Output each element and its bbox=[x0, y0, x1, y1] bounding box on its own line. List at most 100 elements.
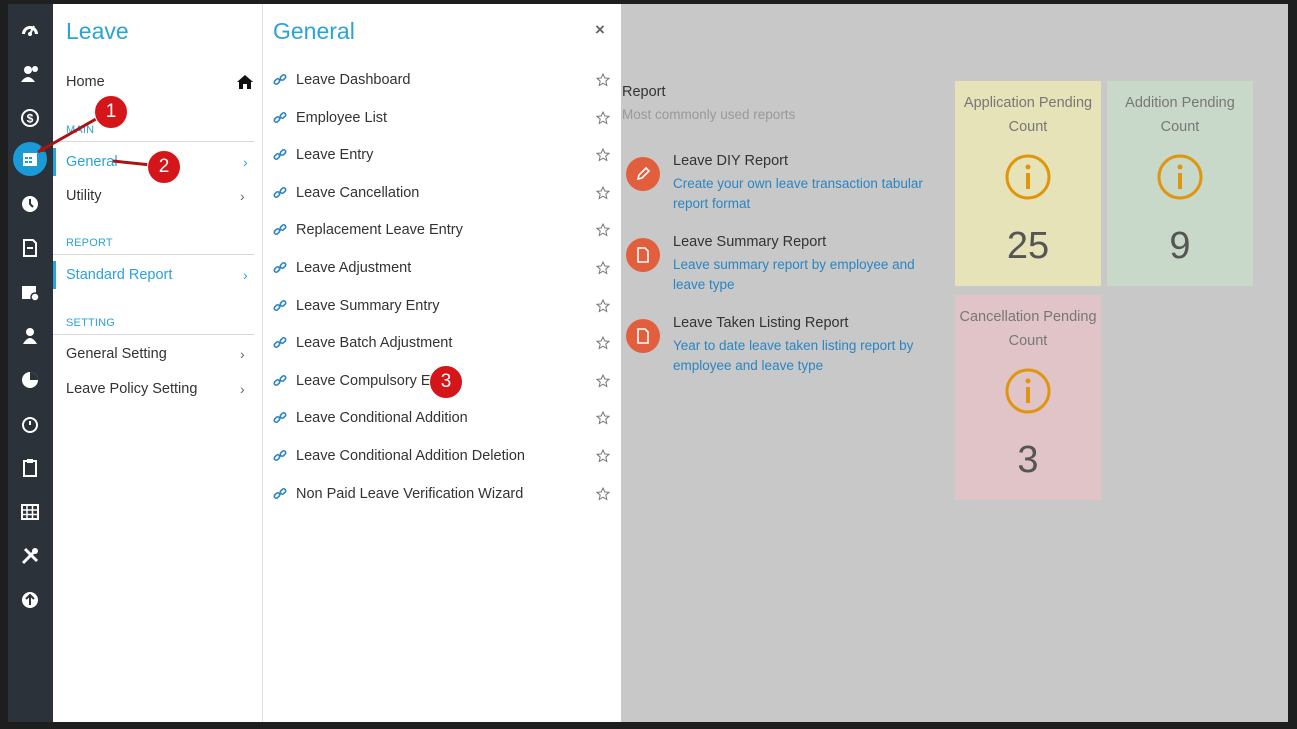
report-title[interactable]: Leave DIY Report bbox=[673, 153, 788, 169]
star-icon[interactable] bbox=[595, 411, 611, 425]
submenu-item[interactable]: Leave Batch Adjustment bbox=[273, 330, 611, 356]
section-setting: SETTING bbox=[66, 317, 116, 329]
star-icon[interactable] bbox=[595, 261, 611, 275]
pie-chart-icon[interactable] bbox=[16, 366, 44, 394]
divider bbox=[53, 254, 254, 255]
submenu-item[interactable]: Replacement Leave Entry bbox=[273, 217, 611, 243]
annotation-marker-1: 1 bbox=[94, 95, 128, 129]
submenu-item-label: Leave Conditional Addition bbox=[296, 410, 468, 426]
submenu-item-label: Leave Dashboard bbox=[296, 72, 411, 88]
card-value: 25 bbox=[1006, 225, 1050, 267]
timer-icon[interactable] bbox=[16, 410, 44, 438]
document-icon[interactable] bbox=[16, 234, 44, 262]
chevron-right-icon: › bbox=[240, 381, 245, 397]
star-icon[interactable] bbox=[595, 111, 611, 125]
report-subheading: Most commonly used reports bbox=[622, 107, 796, 122]
report-description[interactable]: Year to date leave taken listing report … bbox=[673, 336, 928, 376]
submenu-item-label: Non Paid Leave Verification Wizard bbox=[296, 486, 524, 502]
submenu-item[interactable]: Leave Summary Entry bbox=[273, 293, 611, 319]
star-icon[interactable] bbox=[595, 299, 611, 313]
star-icon[interactable] bbox=[595, 73, 611, 87]
link-icon bbox=[273, 487, 296, 501]
menu-item-label: Standard Report bbox=[66, 267, 173, 283]
chevron-right-icon: › bbox=[240, 346, 245, 362]
home-icon bbox=[237, 75, 253, 89]
star-icon[interactable] bbox=[595, 487, 611, 501]
submenu-item-label: Leave Cancellation bbox=[296, 185, 420, 201]
menu-item-label: General Setting bbox=[66, 346, 167, 362]
link-icon bbox=[273, 449, 296, 463]
tools-icon[interactable] bbox=[16, 542, 44, 570]
submenu-item[interactable]: Leave Cancellation bbox=[273, 180, 611, 206]
divider bbox=[53, 334, 254, 335]
menu-item-leave-policy-setting[interactable]: Leave Policy Setting › bbox=[53, 375, 254, 403]
star-icon[interactable] bbox=[595, 223, 611, 237]
info-icon bbox=[1005, 368, 1051, 414]
submenu-item-label: Leave Conditional Addition Deletion bbox=[296, 448, 525, 464]
link-icon bbox=[273, 261, 296, 275]
submenu-item-label: Leave Summary Entry bbox=[296, 298, 440, 314]
submenu-item[interactable]: Non Paid Leave Verification Wizard bbox=[273, 481, 611, 507]
link-icon bbox=[273, 223, 296, 237]
card-title: Application Pending Count bbox=[963, 95, 1093, 135]
link-icon bbox=[273, 186, 296, 200]
link-icon bbox=[273, 111, 296, 125]
star-icon[interactable] bbox=[595, 449, 611, 463]
chevron-right-icon: › bbox=[240, 188, 245, 204]
star-icon[interactable] bbox=[595, 374, 611, 388]
report-heading: Report bbox=[622, 84, 666, 100]
divider bbox=[53, 141, 254, 142]
chevron-right-icon: › bbox=[243, 267, 248, 283]
card-value: 9 bbox=[1169, 225, 1191, 267]
info-icon bbox=[1157, 154, 1203, 200]
dashboard-icon[interactable] bbox=[16, 16, 44, 44]
report-title[interactable]: Leave Taken Listing Report bbox=[673, 315, 848, 331]
cancellation-pending-card[interactable]: Cancellation Pending Count 3 bbox=[955, 295, 1101, 500]
submenu-item[interactable]: Leave Conditional Addition bbox=[273, 405, 611, 431]
menu-item-label: Home bbox=[66, 74, 105, 90]
menu-item-home[interactable]: Home bbox=[53, 68, 254, 96]
section-report: REPORT bbox=[66, 237, 113, 249]
person-icon[interactable] bbox=[16, 322, 44, 350]
pencil-icon bbox=[626, 157, 660, 191]
submenu-item-label: Replacement Leave Entry bbox=[296, 222, 463, 238]
star-icon[interactable] bbox=[595, 336, 611, 350]
card-value: 3 bbox=[1017, 439, 1039, 481]
submenu-item[interactable]: Employee List bbox=[273, 105, 611, 131]
dollar-icon[interactable]: $ bbox=[16, 104, 44, 132]
link-icon bbox=[273, 73, 296, 87]
link-icon bbox=[273, 336, 296, 350]
clock-icon[interactable] bbox=[16, 190, 44, 218]
app-window: $ Report Most commonly used reports Leav… bbox=[8, 4, 1288, 722]
submenu-item[interactable]: Leave Adjustment bbox=[273, 255, 611, 281]
general-submenu: General × Leave Dashboard Employee List Le… bbox=[263, 4, 621, 722]
addition-pending-card[interactable]: Addition Pending Count 9 bbox=[1107, 81, 1253, 286]
clipboard-icon[interactable] bbox=[16, 454, 44, 482]
star-icon[interactable] bbox=[595, 186, 611, 200]
chevron-right-icon: › bbox=[243, 154, 248, 170]
arrow-up-circle-icon[interactable] bbox=[16, 586, 44, 614]
star-icon[interactable] bbox=[595, 148, 611, 162]
close-icon[interactable]: × bbox=[595, 20, 605, 40]
application-pending-card[interactable]: Application Pending Count 25 bbox=[955, 81, 1101, 286]
submenu-item-label: Leave Batch Adjustment bbox=[296, 335, 453, 351]
menu-item-label: Leave Policy Setting bbox=[66, 381, 198, 397]
table-icon[interactable] bbox=[16, 498, 44, 526]
menu-item-utility[interactable]: Utility › bbox=[53, 182, 254, 210]
calendar-event-icon[interactable] bbox=[16, 278, 44, 306]
report-description[interactable]: Create your own leave transaction tabula… bbox=[673, 174, 928, 214]
calendar-icon[interactable] bbox=[13, 142, 47, 176]
people-icon[interactable] bbox=[16, 60, 44, 88]
submenu-item[interactable]: Leave Entry bbox=[273, 142, 611, 168]
link-icon bbox=[273, 299, 296, 313]
menu-item-standard-report[interactable]: Standard Report › bbox=[53, 261, 257, 289]
submenu-item[interactable]: Leave Dashboard bbox=[273, 67, 611, 93]
menu-item-general-setting[interactable]: General Setting › bbox=[53, 340, 254, 368]
submenu-item[interactable]: Leave Conditional Addition Deletion bbox=[273, 443, 611, 469]
submenu-item-label: Employee List bbox=[296, 110, 388, 126]
annotation-marker-3: 3 bbox=[429, 365, 463, 399]
file-icon bbox=[626, 319, 660, 353]
report-title[interactable]: Leave Summary Report bbox=[673, 234, 826, 250]
report-description[interactable]: Leave summary report by employee and lea… bbox=[673, 255, 928, 295]
link-icon bbox=[273, 148, 296, 162]
